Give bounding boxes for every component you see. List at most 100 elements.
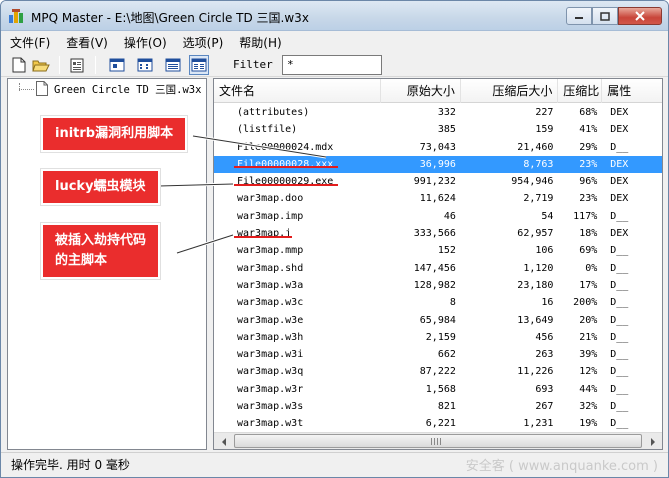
large-icons-view-button[interactable] — [107, 55, 127, 75]
menu-view[interactable]: 查看(V) — [57, 34, 115, 51]
cell-compressed-size: 954,946 — [511, 176, 554, 188]
cell-compressed-size: 8,763 — [523, 158, 554, 170]
cell-original-size: 128,982 — [413, 279, 456, 291]
cell-attributes: D__ — [610, 262, 629, 274]
cell-attributes: DEX — [610, 193, 629, 205]
table-row[interactable]: war3map.mmp 152 106 69% D__ — [214, 242, 662, 259]
toolbar-separator — [95, 56, 96, 74]
minimize-icon — [575, 17, 583, 19]
cell-attributes: D__ — [610, 401, 629, 413]
menu-help[interactable]: 帮助(H) — [230, 34, 288, 51]
cell-original-size: 2,159 — [425, 331, 456, 343]
cell-attributes: DEX — [610, 176, 629, 188]
table-row[interactable]: war3map.imp 46 54 117% D__ — [214, 208, 662, 225]
cell-original-size: 662 — [437, 349, 456, 361]
close-button[interactable] — [618, 7, 662, 25]
cell-compressed-size: 1,231 — [523, 418, 554, 430]
table-row[interactable]: war3map.w3q 87,222 11,226 12% D__ — [214, 363, 662, 380]
table-row[interactable]: war3map.w3h 2,159 456 21% D__ — [214, 329, 662, 346]
scrollbar-grip — [431, 438, 441, 445]
table-row[interactable]: war3map.w3c 8 16 200% D__ — [214, 294, 662, 311]
horizontal-scrollbar[interactable] — [214, 432, 662, 449]
cell-attributes: DEX — [610, 124, 629, 136]
maximize-button[interactable] — [592, 7, 618, 25]
tree-connector — [19, 89, 34, 90]
cell-original-size: 87,222 — [419, 366, 456, 378]
cell-ratio: 200% — [573, 297, 598, 309]
annotation-line: 的主脚本 — [55, 253, 108, 268]
menu-bar: 文件(F) 查看(V) 操作(O) 选项(P) 帮助(H) — [1, 32, 668, 52]
menu-file[interactable]: 文件(F) — [1, 34, 57, 51]
table-row[interactable]: (attributes) 332 227 68% DEX — [214, 104, 662, 121]
cell-original-size: 385 — [437, 124, 456, 136]
cell-original-size: 991,232 — [413, 176, 456, 188]
cell-ratio: 19% — [579, 418, 598, 430]
cell-original-size: 65,984 — [419, 314, 456, 326]
cell-ratio: 29% — [579, 141, 598, 153]
new-file-button[interactable] — [9, 55, 29, 75]
details-view-button[interactable] — [189, 55, 209, 75]
table-row[interactable]: war3map.w3s 821 267 32% D__ — [214, 398, 662, 415]
menu-options[interactable]: 选项(P) — [174, 34, 231, 51]
column-header-ratio[interactable]: 压缩比 — [558, 79, 603, 103]
table-row[interactable]: war3map.j 333,566 62,957 18% DEX — [214, 225, 662, 242]
cell-compressed-size: 62,957 — [517, 228, 554, 240]
column-header-attributes[interactable]: 属性 — [602, 79, 662, 103]
table-row[interactable]: war3map.w3e 65,984 13,649 20% D__ — [214, 312, 662, 329]
cell-file-name: war3map.w3r — [237, 383, 304, 395]
table-row[interactable]: File00000028.xxx 36,996 8,763 23% DEX — [214, 155, 662, 174]
column-header-original-size[interactable]: 原始大小 — [381, 79, 461, 103]
cell-compressed-size: 227 — [535, 107, 554, 118]
details-view-icon — [191, 58, 207, 72]
watermark: 安全客 ( www.anquanke.com ) — [465, 459, 658, 474]
table-row[interactable]: war3map.doo 11,624 2,719 23% DEX — [214, 190, 662, 207]
table-row[interactable]: war3map.w3a 128,982 23,180 17% D__ — [214, 277, 662, 294]
annotation-exploit-script: initrb漏洞利用脚本 — [41, 116, 188, 152]
tree-root-item[interactable]: Green Circle TD 三国.w3x — [54, 82, 201, 97]
filter-input[interactable]: * — [282, 55, 382, 75]
scrollbar-thumb[interactable] — [234, 434, 642, 448]
cell-file-name: war3map.w3t — [237, 418, 304, 430]
menu-action[interactable]: 操作(O) — [115, 34, 174, 51]
cell-file-name: war3map.mmp — [237, 245, 304, 257]
cell-ratio: 23% — [579, 193, 598, 205]
window-title: MPQ Master - E:\地图\Green Circle TD 三国.w3… — [31, 11, 309, 25]
open-file-button[interactable] — [31, 55, 51, 75]
cell-attributes: D__ — [610, 297, 629, 309]
cell-attributes: DEX — [610, 228, 629, 240]
table-row[interactable]: (listfile) 385 159 41% DEX — [214, 121, 662, 138]
column-header-name[interactable]: 文件名 — [214, 79, 382, 103]
scroll-left-button[interactable] — [215, 434, 232, 449]
table-row[interactable]: File00000029.exe 991,232 954,946 96% DEX — [214, 173, 662, 190]
title-bar[interactable]: MPQ Master - E:\地图\Green Circle TD 三国.w3… — [1, 1, 668, 31]
list-view-button[interactable] — [163, 55, 183, 75]
minimize-button[interactable] — [566, 7, 592, 25]
cell-compressed-size: 2,719 — [523, 193, 554, 205]
table-row[interactable]: File00000024.mdx 73,043 21,460 29% D__ — [214, 139, 662, 156]
file-list[interactable]: 文件名 原始大小 压缩后大小 压缩比 属性 (attributes) 332 227… — [213, 78, 663, 450]
table-row[interactable]: war3map.w3t 6,221 1,231 19% D__ — [214, 415, 662, 432]
table-row[interactable]: war3map.shd 147,456 1,120 0% D__ — [214, 260, 662, 277]
highlight-underline — [234, 236, 292, 238]
toolbar: Filter * — [1, 53, 668, 77]
cell-file-name: war3map.w3i — [237, 349, 304, 361]
cell-file-name: war3map.doo — [237, 193, 304, 205]
close-icon — [635, 11, 645, 21]
cell-original-size: 332 — [437, 107, 456, 118]
cell-ratio: 117% — [573, 210, 598, 222]
table-row[interactable]: war3map.w3r 1,568 693 44% D__ — [214, 381, 662, 398]
properties-icon — [70, 58, 84, 73]
cell-file-name: war3map.w3s — [237, 401, 304, 413]
status-bar: 操作完毕. 用时 0 毫秒 安全客 ( www.anquanke.com ) — [1, 452, 668, 477]
properties-button[interactable] — [67, 55, 87, 75]
open-folder-icon — [32, 60, 50, 72]
cell-ratio: 12% — [579, 366, 598, 378]
cell-ratio: 20% — [579, 314, 598, 326]
column-header-compressed-size[interactable]: 压缩后大小 — [461, 79, 559, 103]
small-icons-view-button[interactable] — [135, 55, 155, 75]
caption-buttons — [566, 7, 662, 25]
cell-ratio: 69% — [579, 245, 598, 257]
chevron-right-icon — [650, 437, 655, 446]
scroll-right-button[interactable] — [644, 434, 661, 449]
table-row[interactable]: war3map.w3i 662 263 39% D__ — [214, 346, 662, 363]
